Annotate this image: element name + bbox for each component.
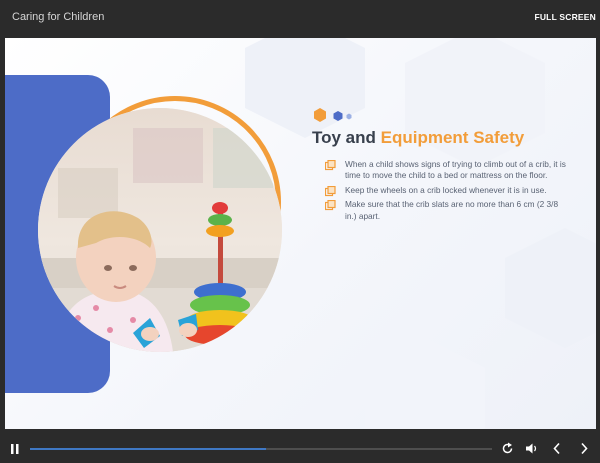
bullet-text: When a child shows signs of trying to cl… [345,159,566,181]
list-item: When a child shows signs of trying to cl… [325,159,570,182]
copy-icon [325,185,336,196]
list-item: Keep the wheels on a crib locked wheneve… [325,185,570,196]
bullet-list: When a child shows signs of trying to cl… [325,159,570,225]
previous-icon[interactable] [552,442,562,455]
hexagon-light-blue-icon [346,113,352,120]
player-control-bar [0,431,600,463]
progress-fill [30,448,266,450]
course-title: Caring for Children [12,11,105,23]
decorative-hexagons [314,108,352,122]
heading-text: Toy and [312,128,381,147]
bullet-text: Make sure that the crib slats are no mor… [345,199,559,221]
progress-bar[interactable] [30,448,492,450]
bullet-text: Keep the wheels on a crib locked wheneve… [345,184,547,195]
hexagon-blue-icon [333,111,343,121]
full-screen-button[interactable]: FULL SCREEN [534,12,596,22]
top-bar: Caring for Children FULL SCREEN [0,0,600,36]
list-item: Make sure that the crib slats are no mor… [325,199,570,222]
slide-canvas: Toy and Equipment Safety When a child sh… [5,38,596,429]
copy-icon [325,160,336,171]
pause-icon[interactable] [10,443,20,455]
baby-playing-with-toys-photo [38,108,282,352]
next-icon[interactable] [579,442,589,455]
hexagon-orange-icon [314,108,326,122]
copy-icon [325,200,336,211]
volume-icon[interactable] [525,442,539,455]
heading-accent-text: Equipment Safety [380,128,525,147]
replay-icon[interactable] [501,442,514,455]
slide-heading: Toy and Equipment Safety [312,128,524,148]
